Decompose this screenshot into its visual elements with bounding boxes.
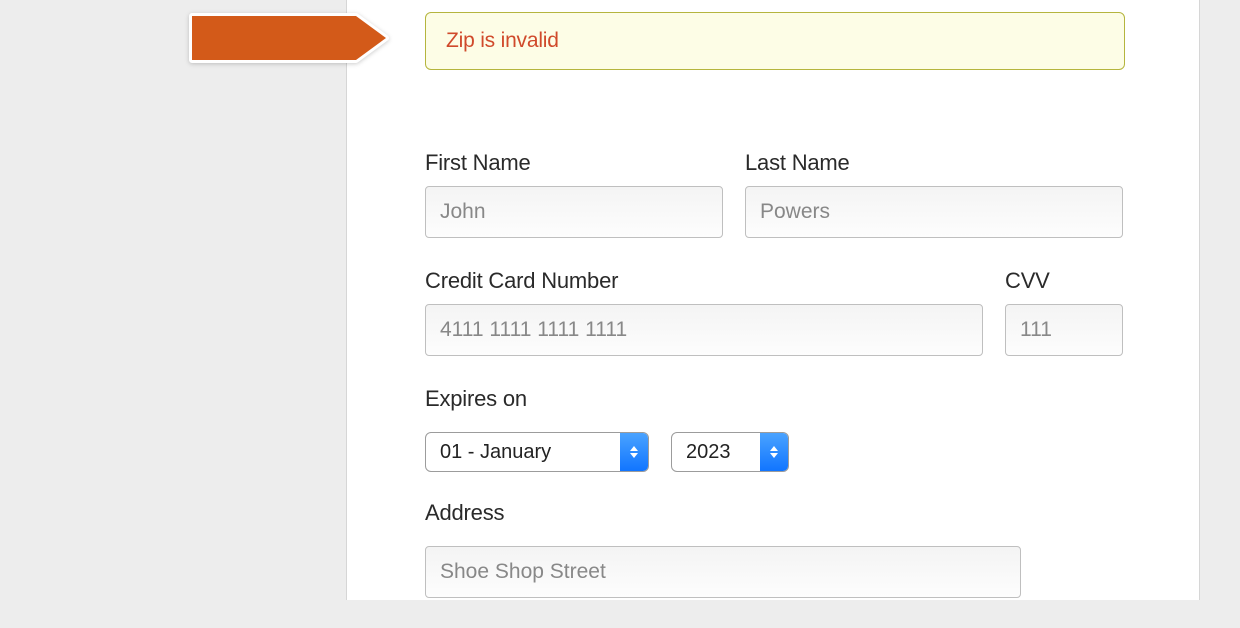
first-name-input[interactable] — [425, 186, 723, 238]
stepper-icon — [760, 433, 788, 471]
first-name-field: First Name — [425, 150, 723, 238]
expires-label: Expires on — [425, 386, 1125, 412]
payment-form: First Name Last Name Credit Card Number … — [425, 150, 1125, 628]
credit-card-label: Credit Card Number — [425, 268, 983, 294]
credit-card-field: Credit Card Number — [425, 268, 983, 356]
expires-month-select[interactable]: 01 - January — [425, 432, 649, 472]
stepper-icon — [620, 433, 648, 471]
last-name-label: Last Name — [745, 150, 1123, 176]
expires-month-value: 01 - January — [426, 433, 565, 471]
cvv-input[interactable] — [1005, 304, 1123, 356]
first-name-label: First Name — [425, 150, 723, 176]
cvv-field: CVV — [1005, 268, 1125, 356]
last-name-field: Last Name — [745, 150, 1123, 238]
address-label: Address — [425, 500, 1125, 526]
cvv-label: CVV — [1005, 268, 1125, 294]
address-input[interactable] — [425, 546, 1021, 598]
last-name-input[interactable] — [745, 186, 1123, 238]
expires-year-select[interactable]: 2023 — [671, 432, 789, 472]
callout-pointer — [186, 10, 386, 62]
validation-alert: Zip is invalid — [425, 12, 1125, 70]
alert-message: Zip is invalid — [446, 29, 559, 52]
expires-year-value: 2023 — [672, 433, 745, 471]
credit-card-input[interactable] — [425, 304, 983, 356]
